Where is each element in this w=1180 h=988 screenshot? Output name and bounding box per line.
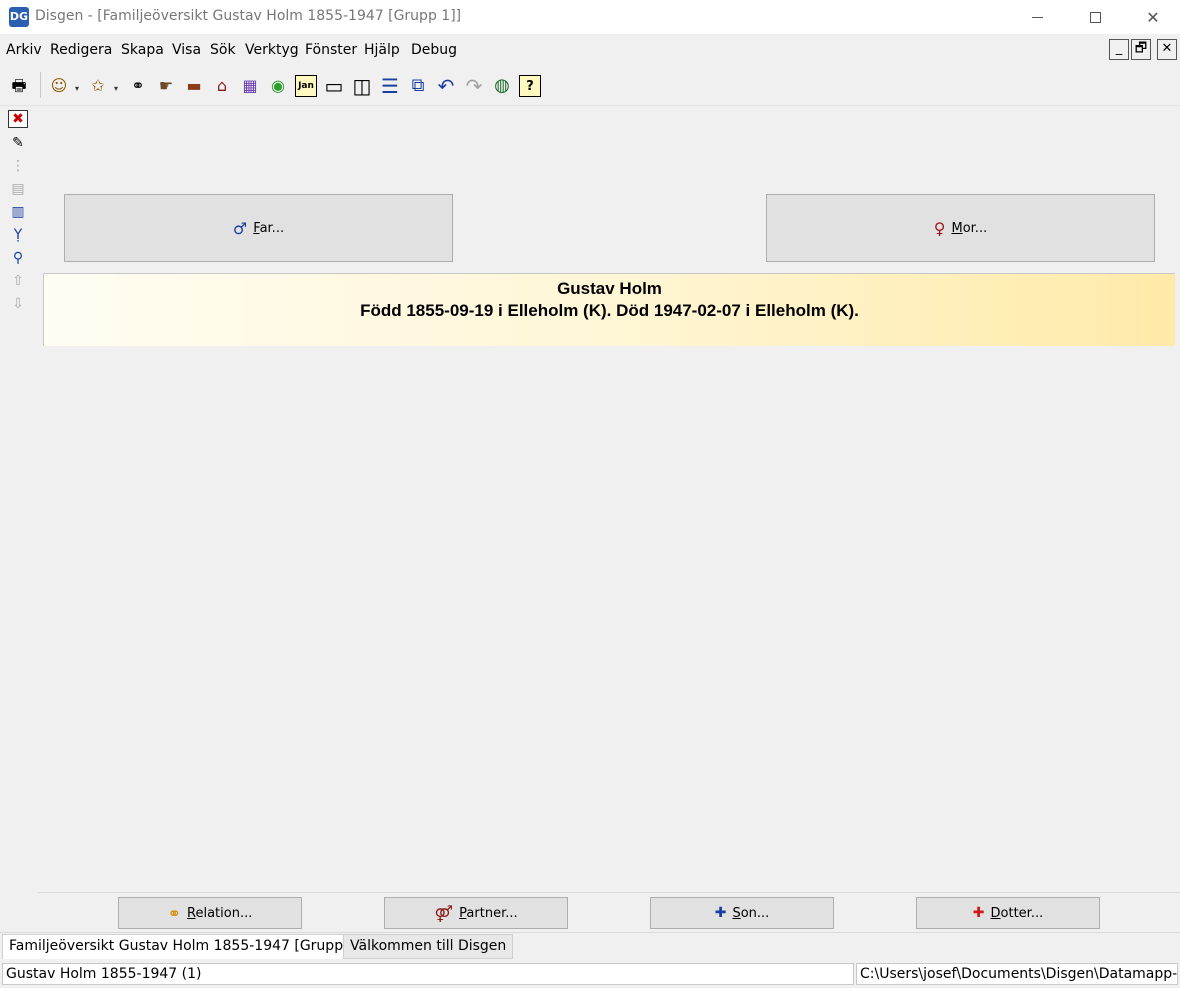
- mdi-restore-button[interactable]: 🗗: [1131, 39, 1151, 60]
- add-daughter-icon: ✚: [972, 905, 985, 921]
- mdi-minimize-button[interactable]: _: [1109, 39, 1129, 60]
- minimize-window-button[interactable]: [1008, 0, 1066, 34]
- menu-hjalp[interactable]: Hjälp: [364, 42, 400, 58]
- family-sheet-icon[interactable]: ▤: [7, 179, 29, 199]
- relation-button[interactable]: ⚭ Relation...: [118, 897, 302, 929]
- person-panel[interactable]: Gustav Holm Född 1855-09-19 i Elleholm (…: [43, 273, 1175, 346]
- undo-icon[interactable]: ↶: [435, 75, 457, 97]
- window-split-vertical-icon[interactable]: ◫: [351, 75, 373, 97]
- partner-button[interactable]: ⚤ Partner...: [384, 897, 568, 929]
- globe-icon[interactable]: ◍: [491, 75, 513, 97]
- status-current-person: Gustav Holm 1855-1947 (1): [2, 963, 854, 985]
- app-logo-icon: DG: [9, 7, 29, 27]
- binoculars-icon[interactable]: ⚭: [127, 75, 149, 97]
- move-up-icon[interactable]: ⇧: [7, 271, 29, 291]
- document-icon[interactable]: ✎: [7, 133, 29, 153]
- father-button-label: Far...: [253, 220, 285, 236]
- tab-family-overview[interactable]: Familjeöversikt Gustav Holm 1855-1947 [G…: [2, 934, 369, 959]
- tab-welcome[interactable]: Välkommen till Disgen: [343, 934, 514, 959]
- menu-redigera[interactable]: Redigera: [50, 42, 112, 58]
- window-split-horizontal-icon[interactable]: ☰: [379, 75, 401, 97]
- descendants-icon[interactable]: ⚲: [7, 248, 29, 268]
- mother-button[interactable]: ♀ Mor...: [766, 194, 1155, 262]
- menu-verktyg[interactable]: Verktyg: [245, 42, 299, 58]
- person-life-info: Född 1855-09-19 i Elleholm (K). Död 1947…: [360, 301, 859, 320]
- window-title: Disgen - [Familjeöversikt Gustav Holm 18…: [35, 8, 462, 24]
- home-icon[interactable]: ⌂: [211, 75, 233, 97]
- rings-icon: ⚭: [167, 903, 182, 923]
- menu-fonster[interactable]: Fönster: [305, 42, 357, 58]
- move-down-icon[interactable]: ⇩: [7, 294, 29, 314]
- toolbar-separator: [40, 72, 41, 98]
- maximize-window-button[interactable]: [1066, 0, 1124, 34]
- book-icon[interactable]: ▬: [183, 75, 205, 97]
- window-single-icon[interactable]: ▭: [323, 75, 345, 97]
- male-person-icon: ♂: [232, 218, 248, 238]
- mother-button-label: Mor...: [951, 220, 988, 236]
- son-button[interactable]: ✚ Son...: [650, 897, 834, 929]
- main-toolbar: [0, 66, 1180, 106]
- add-son-icon: ✚: [714, 905, 727, 921]
- maximize-icon: [1089, 11, 1101, 23]
- menu-visa[interactable]: Visa: [172, 42, 201, 58]
- calendar-icon[interactable]: Jan: [295, 75, 317, 97]
- partner-button-label: Partner...: [459, 905, 518, 921]
- couple-icon: ⚤: [434, 903, 454, 923]
- female-person-icon: ♀: [933, 218, 946, 238]
- minimize-icon: [1031, 16, 1043, 18]
- tree-list-icon[interactable]: ⋮: [7, 156, 29, 176]
- close-icon: ✕: [1146, 7, 1160, 27]
- person-star-dropdown-icon[interactable]: ▾: [114, 84, 118, 93]
- close-window-button[interactable]: ✕: [1124, 0, 1180, 34]
- map-icon[interactable]: ◉: [267, 75, 289, 97]
- redo-icon[interactable]: ↷: [463, 75, 485, 97]
- close-view-icon[interactable]: ✖: [8, 110, 28, 128]
- daughter-button-label: Dotter...: [990, 905, 1044, 921]
- person-dropdown-icon[interactable]: ▾: [75, 84, 79, 93]
- father-button[interactable]: ♂ Far...: [64, 194, 453, 262]
- hand-icon[interactable]: ☛: [155, 75, 177, 97]
- person-icon[interactable]: ☺: [48, 75, 70, 97]
- mdi-close-button[interactable]: ✕: [1157, 39, 1177, 60]
- help-icon[interactable]: ?: [519, 75, 541, 97]
- title-bar: DG Disgen - [Familjeöversikt Gustav Holm…: [0, 0, 1180, 34]
- person-star-icon[interactable]: ✩: [87, 75, 109, 97]
- menu-sok[interactable]: Sök: [210, 42, 236, 58]
- pedigree-icon[interactable]: Ỵ: [7, 225, 29, 245]
- window-cascade-icon[interactable]: ⧉: [407, 75, 429, 97]
- relation-button-label: Relation...: [187, 905, 253, 921]
- menu-debug[interactable]: Debug: [411, 42, 457, 58]
- person-name: Gustav Holm: [557, 279, 662, 298]
- son-button-label: Son...: [732, 905, 770, 921]
- menu-skapa[interactable]: Skapa: [121, 42, 164, 58]
- daughter-button[interactable]: ✚ Dotter...: [916, 897, 1100, 929]
- menu-arkiv[interactable]: Arkiv: [6, 42, 42, 58]
- books-icon[interactable]: ▦: [239, 75, 261, 97]
- columns-view-icon[interactable]: ▥: [7, 202, 29, 222]
- print-icon[interactable]: 🖶: [8, 75, 30, 97]
- status-data-path: C:\Users\josef\Documents\Disgen\Datamapp…: [856, 963, 1178, 985]
